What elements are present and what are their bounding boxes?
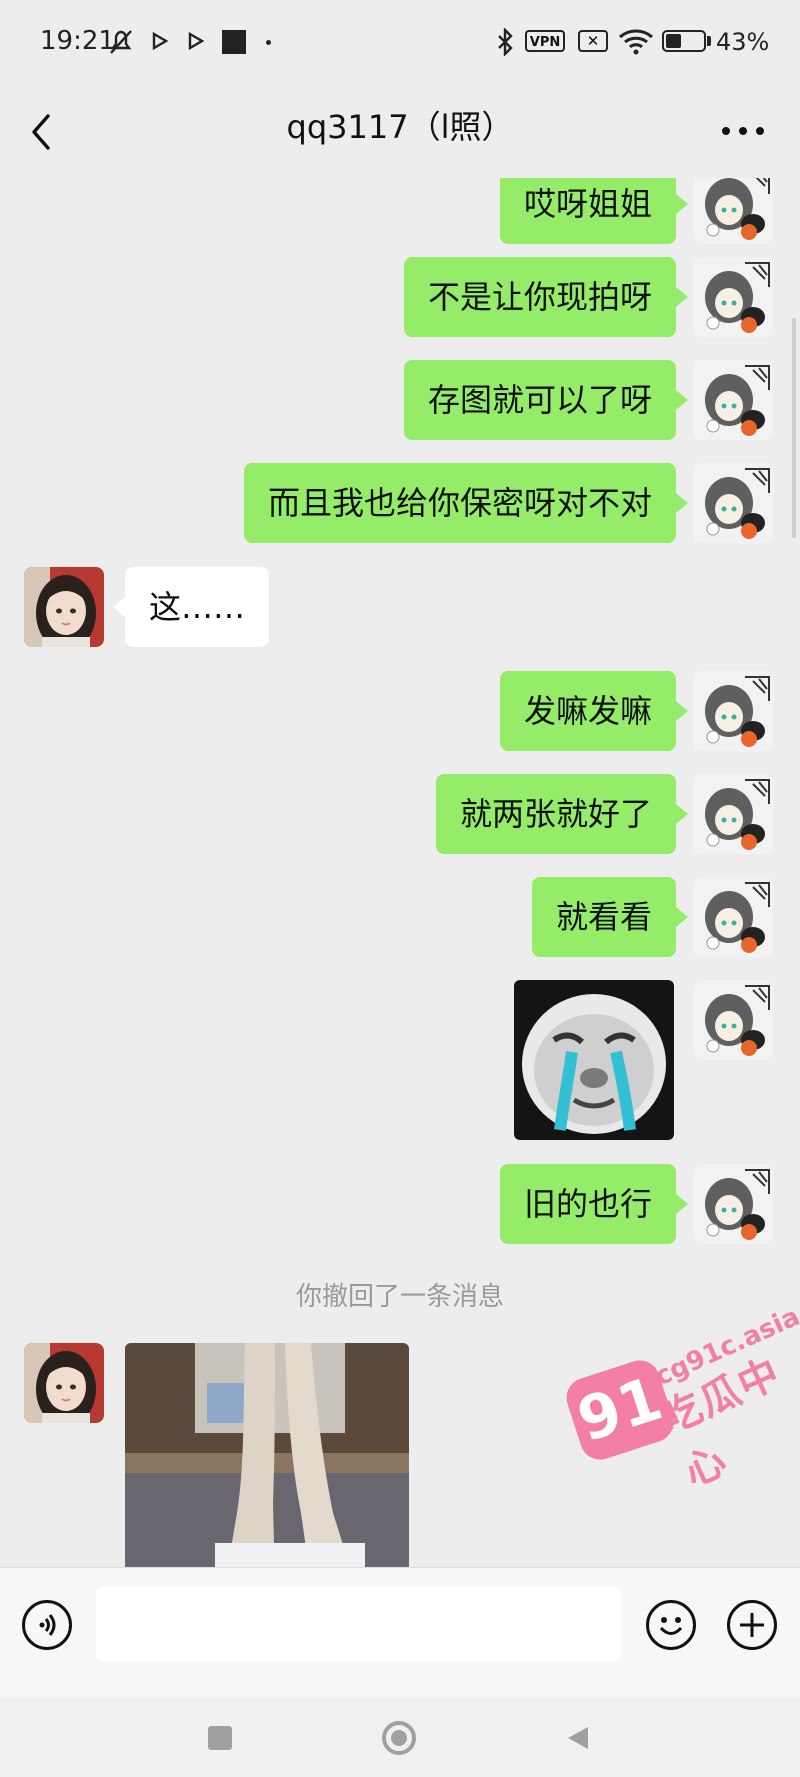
wifi-icon — [619, 29, 653, 55]
system-nav-bar — [0, 1697, 800, 1777]
bluetooth-icon — [498, 28, 513, 56]
message-bubble-received[interactable]: 这…… — [125, 567, 270, 647]
bubble-tail — [676, 701, 688, 721]
message-bubble-sent[interactable]: 就看看 — [531, 877, 676, 957]
more-dots-icon[interactable] — [716, 108, 770, 154]
status-bar: 19:21 VPN ✕ 43% — [0, 0, 800, 86]
message-bubble-sent[interactable]: 而且我也给你保密呀对不对 — [243, 463, 676, 543]
avatar-me[interactable] — [693, 463, 773, 543]
message-bubble-sent[interactable]: 发嘛发嘛 — [499, 671, 676, 751]
status-time: 19:21 — [40, 26, 115, 56]
battery-icon — [662, 30, 706, 52]
voice-icon[interactable] — [22, 1600, 72, 1650]
emoji-icon[interactable] — [646, 1600, 696, 1650]
avatar-me[interactable] — [693, 774, 773, 854]
bubble-tail — [676, 493, 688, 513]
bubble-tail — [113, 597, 125, 617]
avatar-me[interactable] — [693, 360, 773, 440]
message-bubble-sent[interactable]: 存图就可以了呀 — [403, 360, 676, 440]
bubble-tail — [676, 1194, 688, 1214]
message-bubble-sent[interactable]: 哎呀姐姐 — [499, 178, 676, 244]
bubble-tail — [676, 804, 688, 824]
circle-icon[interactable] — [382, 1721, 416, 1755]
square-icon[interactable] — [208, 1726, 232, 1750]
more-notifications-dot — [266, 40, 271, 45]
vpn-badge: VPN — [525, 30, 565, 52]
triangle-back-icon[interactable] — [566, 1725, 590, 1751]
avatar-me[interactable] — [693, 980, 773, 1060]
message-bubble-sent[interactable]: 旧的也行 — [499, 1164, 676, 1244]
plus-icon[interactable] — [727, 1600, 777, 1650]
avatar-me[interactable] — [693, 178, 773, 244]
play-icon — [152, 32, 168, 50]
avatar-contact[interactable] — [24, 567, 104, 647]
avatar-me[interactable] — [693, 1164, 773, 1244]
crying-face-sticker[interactable] — [514, 980, 674, 1140]
bubble-tail — [676, 390, 688, 410]
input-bar — [0, 1567, 800, 1698]
bubble-tail — [676, 907, 688, 927]
bubble-tail — [676, 194, 688, 214]
avatar-me[interactable] — [693, 257, 773, 337]
sim-no-signal-icon: ✕ — [578, 30, 608, 52]
avatar-me[interactable] — [693, 877, 773, 957]
image-message[interactable] — [125, 1343, 409, 1567]
bell-muted-icon — [110, 30, 132, 54]
scrollbar[interactable] — [792, 318, 796, 538]
avatar-contact[interactable] — [24, 1343, 104, 1423]
avatar-me[interactable] — [693, 671, 773, 751]
chat-header: qq3117（l照） — [0, 86, 800, 178]
play-icon — [188, 32, 204, 50]
bubble-tail — [676, 287, 688, 307]
battery-percent: 43% — [716, 28, 770, 56]
message-input[interactable] — [96, 1586, 622, 1662]
notification-square-icon — [222, 30, 246, 54]
message-bubble-sent[interactable]: 不是让你现拍呀 — [403, 257, 676, 337]
battery-tip — [707, 36, 711, 46]
message-bubble-sent[interactable]: 就两张就好了 — [435, 774, 676, 854]
chat-title: qq3117（l照） — [286, 108, 514, 146]
recall-notice: 你撤回了一条消息 — [295, 1282, 504, 1312]
